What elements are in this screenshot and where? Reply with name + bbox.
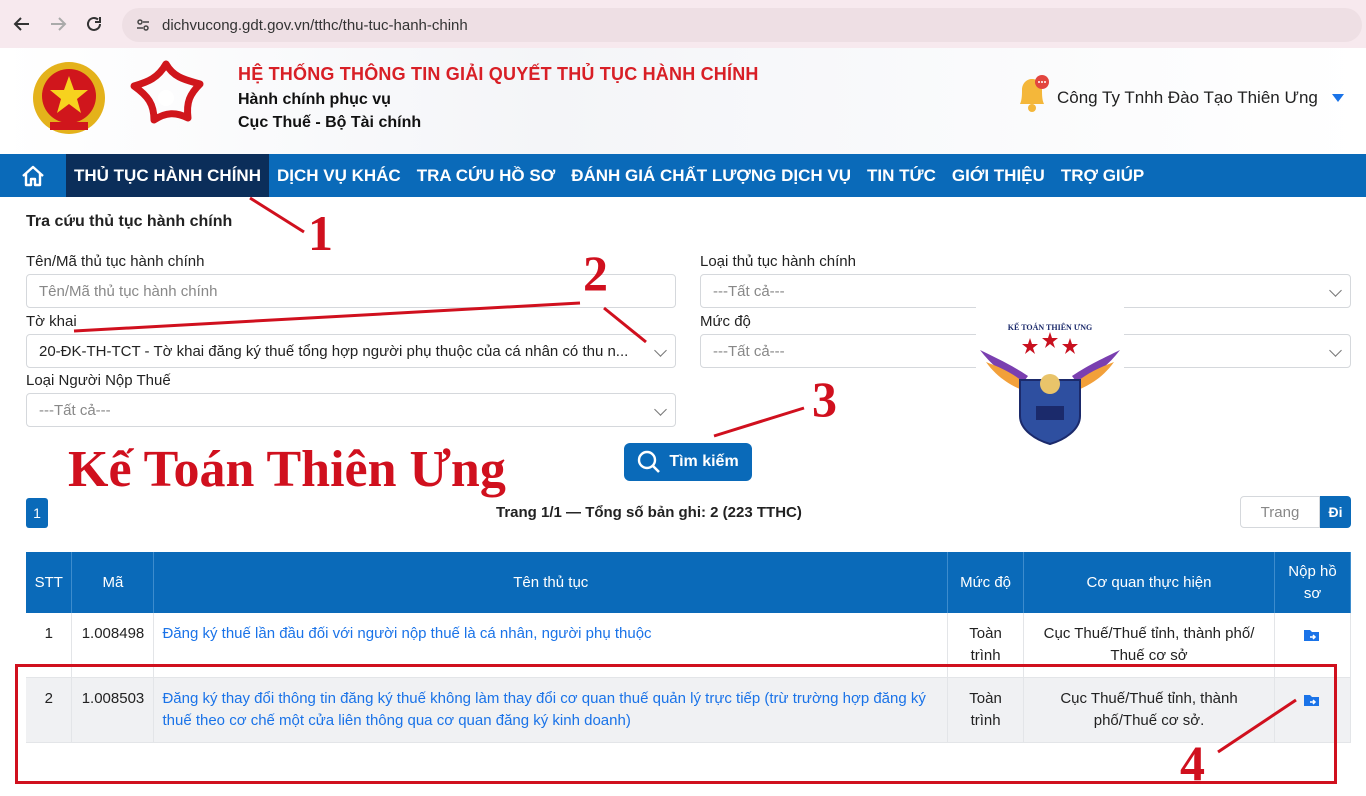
column-header-level: Mức độ (947, 552, 1025, 613)
url-text: dichvucong.gdt.gov.vn/tthc/thu-tuc-hanh-… (162, 16, 468, 34)
chevron-down-icon (1329, 344, 1342, 357)
browser-toolbar: dichvucong.gdt.gov.vn/tthc/thu-tuc-hanh-… (0, 0, 1366, 48)
chevron-down-icon (654, 344, 667, 357)
procedure-type-select[interactable]: ---Tất cả--- (700, 274, 1351, 308)
caret-down-icon[interactable] (1332, 94, 1344, 102)
nav-lookup-records[interactable]: TRA CỨU HỒ SƠ (409, 154, 563, 197)
procedure-name-label: Tên/Mã thủ tục hành chính (26, 253, 205, 270)
page: dichvucong.gdt.gov.vn/tthc/thu-tuc-hanh-… (0, 0, 1366, 796)
page-info: Trang 1/1 — Tổng số bản ghi: 2 (223 TTHC… (496, 504, 802, 521)
home-icon[interactable] (0, 154, 66, 197)
taxpayer-type-label: Loại Người Nộp Thuế (26, 372, 171, 389)
annotation-number-4: 4 (1180, 735, 1205, 791)
site-header: HỆ THỐNG THÔNG TIN GIẢI QUYẾT THỦ TỤC HÀ… (0, 48, 1366, 154)
forward-arrow-icon[interactable] (40, 6, 76, 42)
procedure-link[interactable]: Đăng ký thuế lần đầu đối với người nộp t… (162, 625, 651, 642)
table-header-row: STT Mã Tên thủ tục Mức độ Cơ quan thực h… (26, 552, 1352, 613)
form-label: Tờ khai (26, 313, 77, 330)
form-select[interactable]: 20-ĐK-TH-TCT - Tờ khai đăng ký thuế tổng… (26, 334, 676, 368)
watermark-text: Kế Toán Thiên Ưng (68, 441, 506, 498)
highlight-box (15, 664, 1337, 784)
annotation-number-1: 1 (308, 205, 333, 261)
annotation-number-3: 3 (812, 371, 837, 427)
taxpayer-type-value: ---Tất cả--- (39, 401, 111, 419)
folder-open-icon[interactable] (1303, 627, 1321, 643)
procedure-name-input[interactable]: Tên/Mã thủ tục hành chính (26, 274, 676, 308)
notification-bell-icon[interactable] (1014, 74, 1050, 114)
user-account-name[interactable]: Công Ty Tnhh Đào Tạo Thiên Ưng (1057, 88, 1318, 108)
chevron-down-icon (1329, 284, 1342, 297)
main-navigation: THỦ TỤC HÀNH CHÍNH DỊCH VỤ KHÁC TRA CỨU … (0, 154, 1366, 197)
ke-toan-thien-ung-logo: KẾ TOÁN THIÊN ƯNG (976, 306, 1124, 448)
nav-administrative-procedures[interactable]: THỦ TỤC HÀNH CHÍNH (66, 154, 269, 197)
page-go-button[interactable]: Đi (1320, 496, 1351, 528)
search-button-label: Tìm kiếm (669, 453, 739, 470)
site-title: HỆ THỐNG THÔNG TIN GIẢI QUYẾT THỦ TỤC HÀ… (238, 64, 759, 84)
back-arrow-icon[interactable] (4, 6, 40, 42)
nav-other-services[interactable]: DỊCH VỤ KHÁC (269, 154, 409, 197)
section-title: Tra cứu thủ tục hành chính (26, 213, 233, 230)
logo-text: KẾ TOÁN THIÊN ƯNG (1008, 322, 1092, 332)
address-bar[interactable]: dichvucong.gdt.gov.vn/tthc/thu-tuc-hanh-… (122, 8, 1362, 42)
site-agency: Cục Thuế - Bộ Tài chính (238, 114, 422, 131)
taxpayer-type-select[interactable]: ---Tất cả--- (26, 393, 676, 427)
search-button[interactable]: Tìm kiếm (624, 443, 752, 481)
site-settings-icon[interactable] (132, 14, 154, 36)
reload-icon[interactable] (76, 6, 112, 42)
site-subtitle: Hành chính phục vụ (238, 91, 391, 108)
procedure-type-value: ---Tất cả--- (713, 282, 785, 300)
nav-service-quality[interactable]: ĐÁNH GIÁ CHẤT LƯỢNG DỊCH VỤ (563, 154, 859, 197)
column-header-name: Tên thủ tục (153, 552, 949, 613)
annotation-number-2: 2 (583, 245, 608, 301)
column-header-agency: Cơ quan thực hiện (1023, 552, 1275, 613)
column-header-stt: STT (26, 552, 73, 613)
level-label: Mức độ (700, 313, 751, 330)
nav-about[interactable]: GIỚI THIỆU (944, 154, 1053, 197)
nav-help[interactable]: TRỢ GIÚP (1053, 154, 1152, 197)
column-header-submit: Nộp hồ sơ (1274, 552, 1352, 613)
column-header-code: Mã (71, 552, 155, 613)
procedure-type-label: Loại thủ tục hành chính (700, 253, 856, 270)
page-jump-input[interactable]: Trang (1240, 496, 1320, 528)
chevron-down-icon (654, 403, 667, 416)
service-logo-icon (130, 60, 204, 124)
level-value: ---Tất cả--- (713, 342, 785, 360)
national-emblem-icon (33, 62, 105, 134)
form-value: 20-ĐK-TH-TCT - Tờ khai đăng ký thuế tổng… (39, 342, 629, 360)
nav-news[interactable]: TIN TỨC (859, 154, 944, 197)
search-icon (638, 450, 661, 473)
page-number-1[interactable]: 1 (26, 498, 48, 528)
